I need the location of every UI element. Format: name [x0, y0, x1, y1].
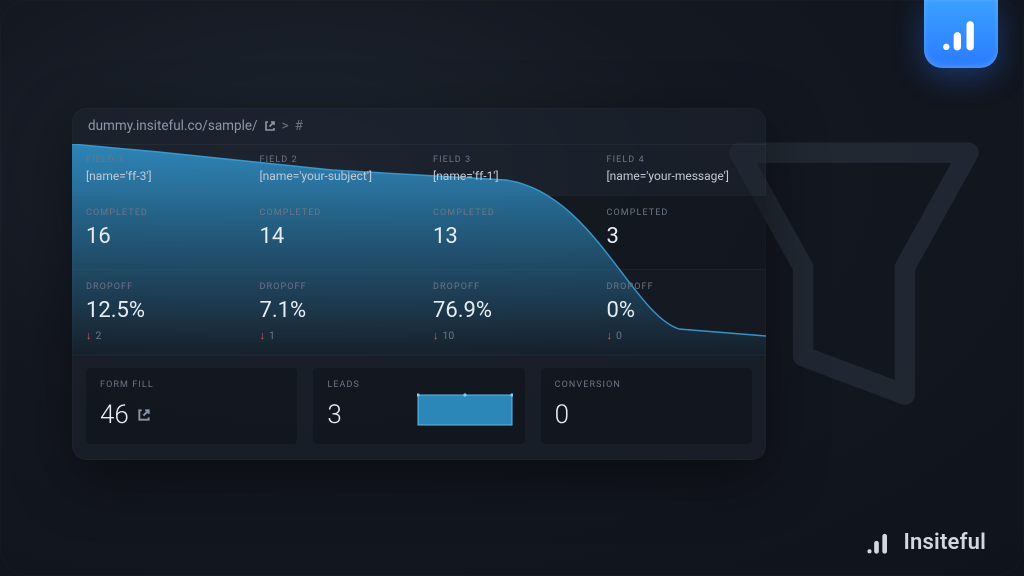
- dropoff-col-4: DROPOFF 0% ↓ 0: [593, 270, 767, 354]
- completed-col-2: COMPLETED 14: [246, 196, 420, 269]
- dropoff-count: ↓ 1: [260, 329, 406, 342]
- breadcrumb-separator: >: [282, 118, 289, 134]
- dropoff-count-value: 2: [96, 329, 102, 342]
- form-fill-number: 46: [100, 400, 129, 430]
- field-col-4: FIELD 4 [name='your-message']: [593, 145, 767, 195]
- dropoff-col-3: DROPOFF 76.9% ↓ 10: [419, 270, 593, 354]
- dropoff-pct: 7.1%: [260, 298, 406, 323]
- breadcrumb[interactable]: dummy.insiteful.co/sample/ > #: [72, 108, 766, 144]
- field-name: [name='ff-3']: [86, 169, 232, 183]
- app-logo-chip: [924, 0, 998, 68]
- arrow-down-icon: ↓: [607, 330, 613, 341]
- dropoff-count: ↓ 0: [607, 329, 753, 342]
- dropoff-pct: 76.9%: [433, 298, 579, 323]
- dropoff-pct: 12.5%: [86, 298, 232, 323]
- field-name: [name='your-subject']: [260, 169, 406, 183]
- completed-label: COMPLETED: [86, 208, 232, 218]
- completed-label: COMPLETED: [433, 208, 579, 218]
- conversion-number: 0: [555, 400, 569, 430]
- stat-leads[interactable]: LEADS 3: [313, 368, 524, 444]
- completed-col-1: COMPLETED 16: [72, 196, 246, 269]
- row-dropoff: DROPOFF 12.5% ↓ 2 DROPOFF 7.1% ↓ 1 DROPO…: [72, 269, 766, 354]
- stat-label: LEADS: [327, 380, 510, 390]
- brand-name: Insiteful: [904, 530, 987, 555]
- stat-value: 46: [100, 400, 283, 430]
- summary-stats: FORM FILL 46 LEADS 3: [72, 354, 766, 460]
- dropoff-count-value: 10: [443, 329, 455, 342]
- external-link-icon[interactable]: [137, 408, 151, 422]
- external-link-icon[interactable]: [264, 120, 276, 132]
- dropoff-count-value: 1: [269, 329, 275, 342]
- dropoff-col-2: DROPOFF 7.1% ↓ 1: [246, 270, 420, 354]
- field-col-1: FIELD 1 [name='ff-3']: [72, 145, 246, 195]
- row-completed: COMPLETED 16 COMPLETED 14 COMPLETED 13 C…: [72, 195, 766, 269]
- completed-col-3: COMPLETED 13: [419, 196, 593, 269]
- row-field-headers: FIELD 1 [name='ff-3'] FIELD 2 [name='you…: [72, 144, 766, 195]
- completed-label: COMPLETED: [607, 208, 753, 218]
- leads-sparkline: [417, 390, 513, 432]
- completed-value: 16: [86, 224, 232, 249]
- stat-label: FORM FILL: [100, 380, 283, 390]
- field-header-label: FIELD 3: [433, 155, 579, 165]
- completed-value: 13: [433, 224, 579, 249]
- brand-footer: Insiteful: [866, 528, 987, 556]
- stat-form-fill[interactable]: FORM FILL 46: [86, 368, 297, 444]
- field-col-3: FIELD 3 [name='ff-1']: [419, 145, 593, 195]
- breadcrumb-hash: #: [295, 118, 303, 134]
- arrow-down-icon: ↓: [260, 330, 266, 341]
- stat-value: 0: [555, 400, 738, 430]
- dropoff-count: ↓ 2: [86, 329, 232, 342]
- dropoff-label: DROPOFF: [260, 282, 406, 292]
- field-header-label: FIELD 1: [86, 155, 232, 165]
- field-name: [name='ff-1']: [433, 169, 579, 183]
- dropoff-count-value: 0: [616, 329, 622, 342]
- completed-value: 14: [260, 224, 406, 249]
- completed-label: COMPLETED: [260, 208, 406, 218]
- funnel-dashboard-card: dummy.insiteful.co/sample/ > # FIEL: [72, 108, 766, 460]
- field-name: [name='your-message']: [607, 169, 753, 183]
- field-header-label: FIELD 4: [607, 155, 753, 165]
- stat-label: CONVERSION: [555, 380, 738, 390]
- completed-col-4: COMPLETED 3: [593, 196, 767, 269]
- arrow-down-icon: ↓: [433, 330, 439, 341]
- stat-conversion[interactable]: CONVERSION 0: [541, 368, 752, 444]
- field-header-label: FIELD 2: [260, 155, 406, 165]
- arrow-down-icon: ↓: [86, 330, 92, 341]
- dropoff-pct: 0%: [607, 298, 753, 323]
- completed-value: 3: [607, 224, 753, 249]
- leads-number: 3: [327, 400, 341, 430]
- dropoff-label: DROPOFF: [86, 282, 232, 292]
- breadcrumb-url[interactable]: dummy.insiteful.co/sample/: [88, 118, 258, 134]
- funnel-grid: FIELD 1 [name='ff-3'] FIELD 2 [name='you…: [72, 144, 766, 354]
- dropoff-label: DROPOFF: [433, 282, 579, 292]
- dropoff-label: DROPOFF: [607, 282, 753, 292]
- dropoff-col-1: DROPOFF 12.5% ↓ 2: [72, 270, 246, 354]
- dropoff-count: ↓ 10: [433, 329, 579, 342]
- brand-mark-icon: [866, 528, 894, 556]
- field-col-2: FIELD 2 [name='your-subject']: [246, 145, 420, 195]
